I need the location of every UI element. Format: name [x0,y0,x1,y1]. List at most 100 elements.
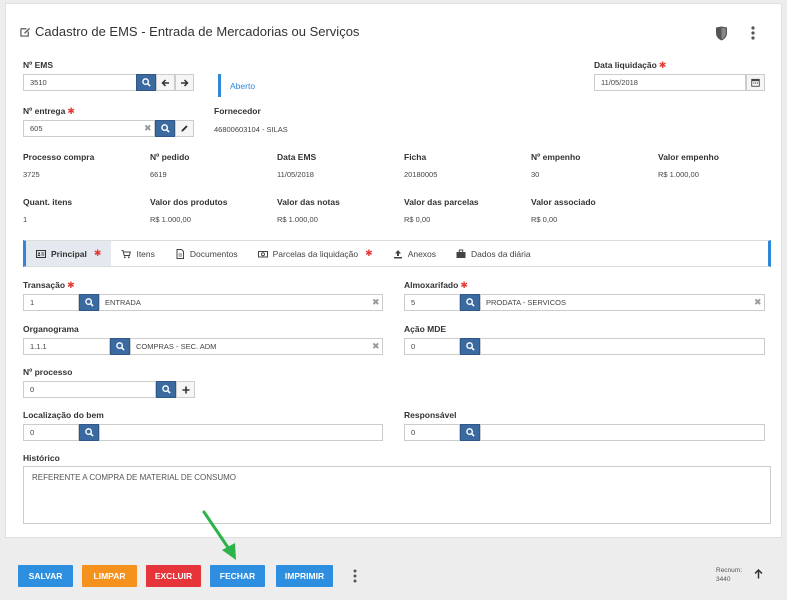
transacao-label-text: Transação [23,280,66,290]
upload-icon [393,249,402,258]
recnum-label: Recnum: [716,567,743,574]
page-title-text: Cadastro de EMS - Entrada de Mercadorias… [35,24,360,39]
data-liquidacao-label: Data liquidação ✱ [594,60,666,71]
edit-entrega-button[interactable] [175,120,194,137]
id-card-icon [36,249,46,258]
required-mark: ✱ [658,60,667,70]
transacao-code-input[interactable]: 1 [23,294,79,311]
tab-documentos-label: Documentos [189,248,238,259]
acao-mde-label: Ação MDE [404,324,447,334]
required-mark: ✱ [460,280,468,290]
localizacao-description [99,424,383,441]
more-options-icon[interactable] [350,568,360,584]
processo-input[interactable]: 0 [23,381,156,398]
tab-parcelas-label: Parcelas da liquidação [272,248,359,259]
responsavel-search-button[interactable] [460,424,480,441]
responsavel-label: Responsável [404,410,457,420]
organograma-search-button[interactable] [110,338,130,355]
valor-empenho-value: R$ 1.000,00 [658,170,699,179]
valor-parcelas-value: R$ 0,00 [404,215,431,224]
data-ems-value: 11/05/2018 [277,170,314,179]
valor-parcelas-label: Valor das parcelas [404,197,479,207]
excluir-button[interactable]: EXCLUIR [146,565,201,587]
required-mark: ✱ [93,248,102,258]
previous-button[interactable] [156,74,175,91]
search-icon [84,428,94,437]
calendar-button[interactable] [746,74,765,91]
valor-notas-value: R$ 1.000,00 [277,215,318,224]
fornecedor-value: 46800603104 - SILAS [214,125,288,134]
data-ems-label: Data EMS [277,152,317,162]
salvar-button[interactable]: SALVAR [18,565,73,587]
responsavel-description [480,424,765,441]
almoxarifado-label: Almoxarifado ✱ [404,280,468,291]
responsavel-code-input[interactable]: 0 [404,424,460,441]
empenho-value: 30 [531,170,540,179]
entrega-search-button[interactable] [155,120,175,137]
valor-produtos-value: R$ 1.000,00 [150,215,191,224]
next-button[interactable] [175,74,194,91]
ems-label: Nº EMS [23,60,54,70]
tab-principal[interactable]: Principal ✱ [26,241,112,266]
almoxarifado-code-input[interactable]: 5 [404,294,460,311]
entrega-label: Nº entrega ✱ [23,106,75,117]
acao-mde-search-button[interactable] [460,338,480,355]
valor-associado-value: R$ 0,00 [531,215,558,224]
tab-anexos-label: Anexos [407,248,437,259]
quant-itens-value: 1 [23,215,28,224]
search-icon [141,78,151,87]
fechar-button[interactable]: FECHAR [210,565,265,587]
tab-anexos[interactable]: Anexos [383,241,446,266]
entrega-input[interactable]: 605 [23,120,155,137]
valor-notas-label: Valor das notas [277,197,340,207]
status-badge: Aberto [218,74,255,97]
historico-label: Histórico [23,453,60,463]
processo-search-button[interactable] [156,381,176,398]
tab-dados-diaria[interactable]: Dados da diária [446,241,541,266]
scroll-top-icon[interactable] [752,568,764,580]
transacao-search-button[interactable] [79,294,99,311]
required-mark: ✱ [365,248,373,258]
localizacao-search-button[interactable] [79,424,99,441]
almoxarifado-label-text: Almoxarifado [404,280,459,290]
kebab-menu-icon[interactable] [744,24,762,42]
search-icon [161,385,171,394]
form-card: Cadastro de EMS - Entrada de Mercadorias… [5,3,782,538]
organograma-description: COMPRAS - SEC. ADM [130,338,383,355]
ems-input[interactable]: 3510 [23,74,137,91]
localizacao-label: Localização do bem [23,410,104,420]
data-liquidacao-input[interactable]: 11/05/2018 [594,74,746,91]
clear-icon[interactable]: ✖ [372,297,380,308]
clear-icon[interactable]: ✖ [144,123,152,134]
localizacao-code-input[interactable]: 0 [23,424,79,441]
processo-compra-label: Processo compra [23,152,95,162]
imprimir-button[interactable]: IMPRIMIR [276,565,333,587]
arrow-left-icon [161,78,169,87]
tab-dados-diaria-label: Dados da diária [471,248,531,259]
tab-itens[interactable]: Itens [111,241,164,266]
clear-icon[interactable]: ✖ [754,297,762,308]
valor-produtos-label: Valor dos produtos [150,197,228,207]
clear-icon[interactable]: ✖ [372,341,380,352]
empenho-label: Nº empenho [531,152,581,162]
ems-search-button[interactable] [136,74,156,91]
add-processo-button[interactable] [176,381,195,398]
valor-associado-label: Valor associado [531,197,596,207]
shield-icon[interactable] [712,24,730,42]
briefcase-icon [456,249,466,258]
organograma-code-input[interactable]: 1.1.1 [23,338,110,355]
limpar-button[interactable]: LIMPAR [82,565,137,587]
edit-icon [20,27,31,37]
quant-itens-label: Quant. itens [23,197,73,207]
search-icon [115,342,125,351]
almoxarifado-search-button[interactable] [460,294,480,311]
fornecedor-label: Fornecedor [214,106,261,116]
tab-parcelas-liquidacao[interactable]: Parcelas da liquidação ✱ [248,241,383,266]
acao-mde-code-input[interactable]: 0 [404,338,460,355]
historico-textarea[interactable]: REFERENTE A COMPRA DE MATERIAL DE CONSUM… [23,466,771,524]
search-icon [84,298,94,307]
tab-documentos[interactable]: Documentos [165,241,248,266]
entrega-label-text: Nº entrega [23,106,66,116]
ficha-value: 20180005 [404,170,438,179]
transacao-description: ENTRADA [99,294,383,311]
